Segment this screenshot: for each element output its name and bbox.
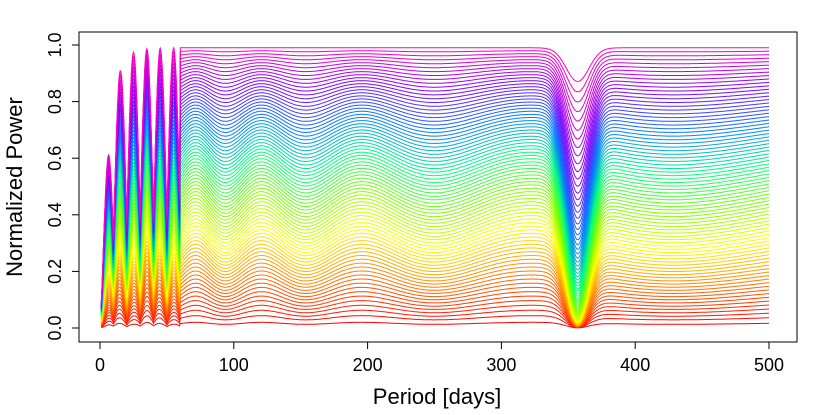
x-tick-label: 400 [620,355,650,375]
y-tick-label: 0.8 [45,89,65,114]
x-tick-label: 500 [754,355,784,375]
power-curve [101,321,769,329]
power-curves [100,46,770,329]
power-curve [101,315,769,329]
power-curve [100,77,770,307]
x-tick-label: 200 [353,355,383,375]
x-tick-label: 100 [219,355,249,375]
y-axis-title: Normalized Power [2,97,27,277]
power-curve [100,191,770,318]
y-axis: 0.0 0.2 0.4 0.6 0.8 1.0 [45,32,80,341]
power-curve [100,135,770,313]
x-axis: 0 100 200 300 400 500 [95,341,784,375]
x-tick-label: 300 [486,355,516,375]
power-curve [100,98,770,309]
power-curve [100,274,770,327]
power-curve [100,218,770,321]
power-curve [100,116,770,311]
power-curve [100,59,769,305]
power-curve [100,229,770,323]
power-curve [100,215,770,321]
y-tick-label: 0.0 [45,315,65,340]
x-axis-title: Period [days] [373,384,501,409]
power-curve [100,270,770,327]
power-curve [100,300,770,328]
y-tick-label: 0.4 [45,202,65,227]
y-tick-label: 1.0 [45,32,65,57]
y-tick-label: 0.2 [45,259,65,284]
periodogram-chart: 0 100 200 300 400 500 0.0 0.2 0.4 0.6 0.8 1.0 Peri… [2,31,798,409]
plot-frame [78,31,798,343]
chart-root: 0 100 200 300 400 500 0.0 0.2 0.4 0.6 0.8 1.0 Peri… [0,0,830,415]
power-curve [100,177,770,317]
y-tick-label: 0.6 [45,146,65,171]
power-curve [100,225,770,323]
power-curve [100,120,770,312]
x-tick-label: 0 [95,355,105,375]
